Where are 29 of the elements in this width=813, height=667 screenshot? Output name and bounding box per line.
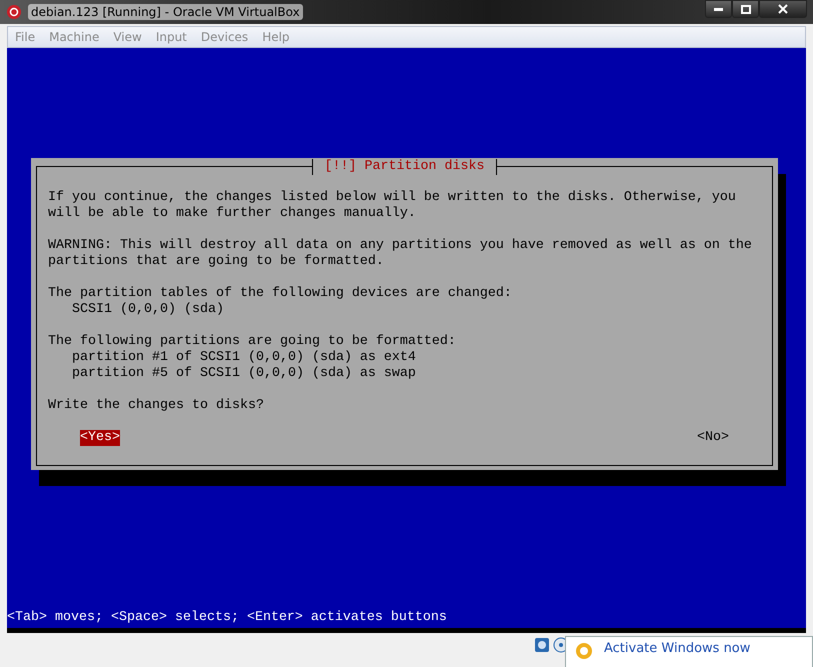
notification-text[interactable]: Activate Windows now	[604, 641, 750, 657]
dialog-list-item: partition #5 of SCSI1 (0,0,0) (sda) as swap	[71, 366, 417, 382]
maximize-button[interactable]	[732, 0, 759, 18]
dialog-text: If you continue, the changes listed below will be written to the disks. Otherwise, you	[48, 190, 737, 206]
menu-item[interactable]: File	[8, 30, 42, 44]
help-line: <Tab> moves; <Space> selects; <Enter> activates buttons	[7, 610, 448, 626]
dialog-text: The following partitions are going to be formatted:	[48, 334, 457, 350]
dialog-text: WARNING: This will destroy all data on any partitions you have removed as well as on the	[48, 238, 753, 254]
dialog-text: partitions that are going to be formatted.	[48, 254, 385, 270]
maximize-icon	[740, 4, 750, 14]
close-icon	[778, 4, 788, 14]
minimize-button[interactable]	[705, 0, 732, 18]
minimize-icon	[714, 8, 723, 10]
menu-item[interactable]: Devices	[194, 30, 256, 44]
dialog-list-item: SCSI1 (0,0,0) (sda)	[71, 302, 225, 318]
dialog-text: The partition tables of the following devices are changed:	[48, 286, 513, 302]
dialog-list-item: partition #1 of SCSI1 (0,0,0) (sda) as ext4	[71, 350, 417, 366]
dialog-button[interactable]: <No>	[697, 430, 729, 446]
dialog-title: [!!] Partition disks	[312, 159, 498, 175]
window-title: debian.123 [Running] - Oracle VM VirtualBox	[28, 4, 303, 20]
dialog-button[interactable]: <Yes>	[80, 430, 120, 446]
close-button[interactable]	[759, 0, 807, 18]
menu-item[interactable]: Help	[255, 30, 297, 44]
menu-item[interactable]: Input	[148, 30, 194, 44]
dialog-text: Write the changes to disks?	[48, 398, 265, 414]
app-icon	[6, 4, 22, 20]
dialog-text: will be able to make further changes manually.	[48, 206, 417, 222]
menu-item[interactable]: Machine	[42, 30, 106, 44]
menu-item[interactable]: View	[106, 30, 149, 44]
